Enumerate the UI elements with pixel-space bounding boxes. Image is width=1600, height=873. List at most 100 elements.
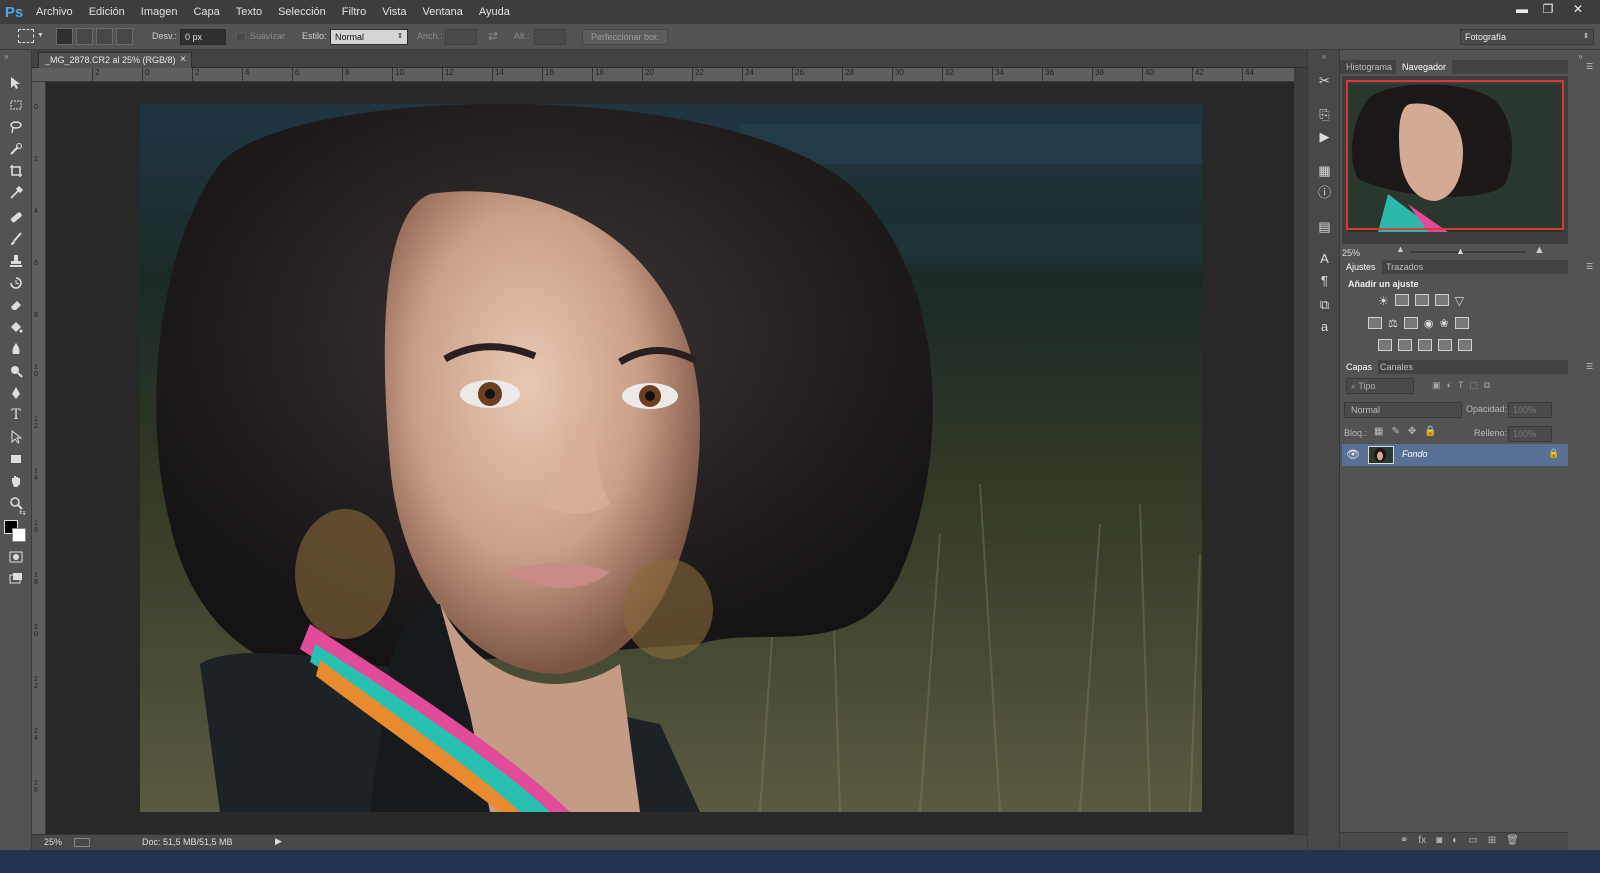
history-icon[interactable]: ⎘ [1316, 106, 1333, 123]
swap-icon[interactable]: ⇄ [488, 29, 498, 43]
paint-bucket-tool-icon[interactable] [6, 318, 26, 336]
layer-comps-icon[interactable]: ▤ [1316, 218, 1333, 235]
adjustment-layer-icon[interactable]: ◐ [1452, 835, 1458, 846]
minimize-icon[interactable]: ▬ [1510, 0, 1534, 18]
document-tab[interactable]: _MG_2878.CR2 al 25% (RGB/8) × [38, 52, 192, 68]
menu-imagen[interactable]: Imagen [133, 0, 186, 24]
gradient-map-icon[interactable] [1458, 339, 1472, 351]
tab-trazados[interactable]: Trazados [1380, 260, 1429, 274]
filter-shape-icon[interactable]: ⬚ [1469, 380, 1478, 391]
menu-capa[interactable]: Capa [185, 0, 227, 24]
vertical-scrollbar[interactable] [1294, 68, 1307, 834]
desvan-input[interactable]: 0 px [180, 29, 226, 45]
tab-canales[interactable]: Canales [1374, 360, 1419, 374]
add-selection-icon[interactable] [76, 28, 93, 45]
alt-input[interactable] [534, 29, 566, 45]
fill-input[interactable]: 100% [1508, 426, 1552, 442]
menu-seleccion[interactable]: Selección [270, 0, 334, 24]
new-layer-icon[interactable]: ⊞ [1488, 835, 1496, 846]
invert-icon[interactable] [1378, 339, 1392, 351]
refine-edge-button[interactable]: Perfeccionar bor. [582, 29, 668, 45]
eyedropper-tool-icon[interactable] [6, 184, 26, 202]
zoom-in-icon[interactable]: ▲ [1534, 244, 1545, 256]
panel-menu-icon[interactable]: ☰ [1586, 62, 1593, 71]
panel-menu-icon[interactable]: ☰ [1586, 362, 1593, 371]
background-color-swatch[interactable] [12, 528, 26, 542]
exposure-icon[interactable] [1434, 294, 1449, 306]
lasso-tool-icon[interactable] [6, 118, 26, 136]
collapse-icon[interactable]: « [1322, 52, 1326, 61]
panel-menu-icon[interactable]: ☰ [1586, 262, 1593, 271]
new-group-icon[interactable]: ▭ [1468, 835, 1477, 846]
visibility-eye-icon[interactable]: 👁 [1346, 448, 1360, 461]
layer-kind-filter[interactable]: ⌕ Tipo [1346, 378, 1414, 394]
photo-filter-icon[interactable]: ◉ [1424, 317, 1434, 330]
zoom-level[interactable]: 25% [44, 837, 62, 847]
eraser-tool-icon[interactable] [6, 296, 26, 314]
layer-mask-icon[interactable]: ◙ [1436, 835, 1442, 846]
brush-tool-icon[interactable] [6, 230, 26, 248]
chevron-down-icon[interactable]: ▼ [37, 32, 44, 39]
black-white-icon[interactable] [1403, 317, 1418, 329]
selective-color-icon[interactable] [1438, 339, 1452, 351]
curves-icon[interactable] [1414, 294, 1429, 306]
new-selection-icon[interactable] [56, 28, 73, 45]
menu-filtro[interactable]: Filtro [334, 0, 374, 24]
quick-mask-icon[interactable] [6, 548, 26, 566]
estilo-select[interactable]: Normal ⇕ [330, 29, 408, 45]
history-brush-tool-icon[interactable] [6, 274, 26, 292]
menu-edicion[interactable]: Edición [81, 0, 133, 24]
menu-vista[interactable]: Vista [374, 0, 414, 24]
marquee-tool-preset-icon[interactable] [18, 29, 34, 43]
menu-ayuda[interactable]: Ayuda [471, 0, 518, 24]
navigator-view-box[interactable] [1346, 80, 1564, 230]
play-arrow-icon[interactable]: ▶ [275, 836, 282, 847]
healing-brush-tool-icon[interactable] [6, 208, 26, 226]
layer-row-fondo[interactable]: 👁 Fondo 🔒 [1342, 444, 1568, 466]
collapse-icon[interactable]: » [1578, 52, 1582, 61]
hue-saturation-icon[interactable] [1368, 317, 1382, 329]
tab-ajustes[interactable]: Ajustes [1340, 260, 1382, 274]
navigator-preview[interactable] [1342, 76, 1568, 244]
menu-ventana[interactable]: Ventana [414, 0, 470, 24]
subtract-selection-icon[interactable] [96, 28, 113, 45]
rectangle-tool-icon[interactable] [6, 450, 26, 468]
menu-texto[interactable]: Texto [228, 0, 270, 24]
lock-transparent-icon[interactable]: ▦ [1374, 426, 1383, 437]
hand-tool-icon[interactable] [6, 472, 26, 490]
channel-mixer-icon[interactable]: ❀ [1439, 317, 1448, 330]
crop-tool-icon[interactable] [6, 162, 26, 180]
info-icon[interactable]: ⓘ [1316, 184, 1333, 201]
paragraph-icon[interactable]: ¶ [1316, 272, 1333, 289]
clone-stamp-tool-icon[interactable] [6, 252, 26, 270]
tab-navegador[interactable]: Navegador [1396, 60, 1453, 74]
lock-all-icon[interactable]: 🔒 [1424, 426, 1436, 437]
path-selection-tool-icon[interactable] [6, 428, 26, 446]
slider-thumb[interactable]: ▲ [1456, 246, 1465, 256]
color-lookup-icon[interactable] [1454, 317, 1469, 329]
tools-preset-icon[interactable]: ✂ [1316, 72, 1333, 89]
restore-icon[interactable]: ❐ [1536, 0, 1560, 18]
zoom-out-icon[interactable]: ▲ [1396, 244, 1405, 254]
swap-colors-icon[interactable]: ⇆ [19, 508, 26, 517]
workspace-select[interactable]: Fotografía ⇕ [1460, 29, 1594, 45]
navigator-zoom-slider[interactable] [1410, 251, 1526, 253]
collapse-icon[interactable]: » [4, 52, 8, 61]
status-icon[interactable] [74, 838, 90, 847]
vibrance-icon[interactable]: ▽ [1455, 294, 1464, 308]
filter-type-icon[interactable]: T [1458, 380, 1464, 391]
intersect-selection-icon[interactable] [116, 28, 133, 45]
filter-smart-icon[interactable]: ⧉ [1484, 380, 1490, 391]
character-icon[interactable]: A [1316, 250, 1333, 267]
tab-histograma[interactable]: Histograma [1340, 60, 1398, 74]
pen-tool-icon[interactable] [6, 384, 26, 402]
brightness-icon[interactable]: ☀ [1378, 294, 1389, 308]
close-tab-icon[interactable]: × [180, 54, 186, 65]
filter-adjust-icon[interactable]: ◐ [1447, 380, 1452, 391]
anch-input[interactable] [445, 29, 477, 45]
suavizar-checkbox[interactable] [236, 32, 246, 42]
posterize-icon[interactable] [1398, 339, 1412, 351]
dodge-tool-icon[interactable] [6, 362, 26, 380]
navigator-zoom[interactable]: 25% [1342, 248, 1360, 258]
threshold-icon[interactable] [1418, 339, 1432, 351]
